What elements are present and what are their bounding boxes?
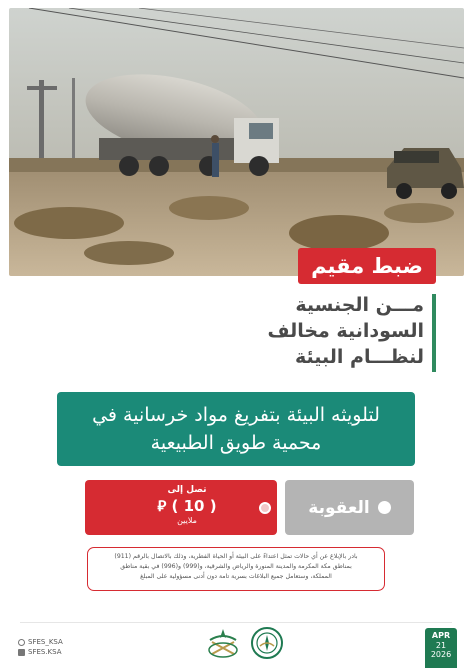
report-notice: بادر بالإبلاغ عن أي حالات تمثل اعتداءً ع… bbox=[87, 547, 385, 591]
scene-photo bbox=[9, 8, 464, 276]
footer-divider bbox=[20, 622, 452, 623]
environment-force-logo bbox=[251, 627, 283, 659]
notice-line-2: بمناطق مكة المكرمة والمدينة المنورة والر… bbox=[120, 563, 352, 570]
offense-line-1: لتلويثه البيئة بتفريغ مواد خرسانية في bbox=[92, 404, 380, 426]
bullet-icon bbox=[259, 502, 271, 514]
offense-line-2: محمية طويق الطبيعية bbox=[150, 432, 322, 454]
social-handles: SFES_KSA SFES.KSA bbox=[18, 637, 63, 657]
penalty-amount-box: تصل إلى ( 10 ) ⃁ ملايين bbox=[85, 480, 277, 535]
caught-tag: ضبط مقيم bbox=[298, 248, 436, 284]
date-day: 21 bbox=[435, 640, 447, 650]
date-badge: APR 21 2026 bbox=[425, 628, 457, 668]
title-line-3: لنظـــام البيئة bbox=[295, 346, 424, 368]
awareness-poster: ضبط مقيم مـــن الجنسية السودانية مخالف ل… bbox=[0, 0, 472, 668]
violation-title: مـــن الجنسية السودانية مخالف لنظـــام ا… bbox=[236, 292, 436, 372]
title-line-1: مـــن الجنسية bbox=[295, 294, 424, 316]
youtube-icon bbox=[18, 648, 25, 656]
penalty-label-box: العقوبة bbox=[285, 480, 414, 535]
x-icon bbox=[18, 638, 25, 646]
offense-box: لتلويثه البيئة بتفريغ مواد خرسانية في مح… bbox=[57, 392, 415, 466]
title-accent-bar bbox=[432, 294, 436, 372]
youtube-handle[interactable]: SFES.KSA bbox=[18, 647, 63, 657]
date-year: 2026 bbox=[430, 650, 452, 659]
bullet-icon bbox=[377, 501, 391, 514]
notice-line-3: المملكة، وستعامل جميع البلاغات بسرية تام… bbox=[140, 573, 332, 580]
penalty-amount: ( 10 ) ⃁ bbox=[157, 497, 217, 515]
title-line-2: السودانية مخالف bbox=[267, 320, 424, 342]
penalty-unit: ملايين bbox=[177, 516, 197, 525]
penalty-prefix: تصل إلى bbox=[167, 485, 207, 495]
date-month: APR bbox=[431, 631, 451, 640]
ministry-emblem-logo bbox=[208, 629, 238, 658]
x-handle[interactable]: SFES_KSA bbox=[18, 637, 63, 647]
penalty-label: العقوبة bbox=[308, 497, 370, 518]
notice-line-1: بادر بالإبلاغ عن أي حالات تمثل اعتداءً ع… bbox=[114, 553, 358, 560]
